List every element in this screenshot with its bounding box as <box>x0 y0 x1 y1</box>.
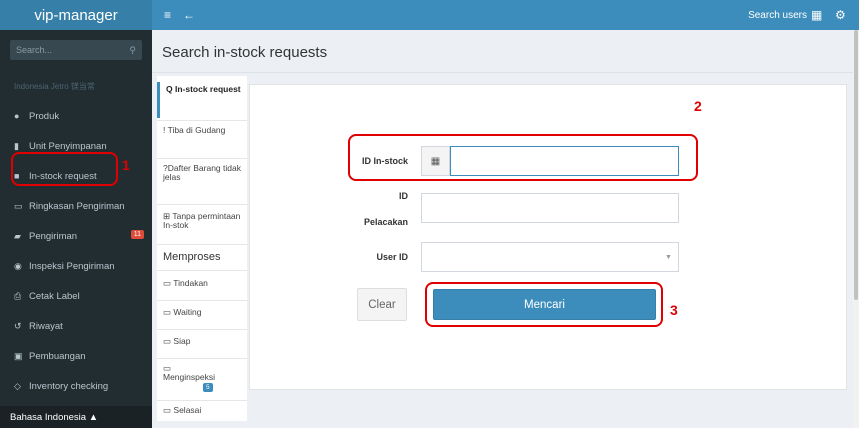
search-icon[interactable]: ⚲ <box>129 45 136 56</box>
subnav-label: Tindakan <box>173 278 208 288</box>
sidebar-item-label: Unit Penyimpanan <box>29 140 107 152</box>
subnav-item-tanpa-permintaan[interactable]: ⊞ Tanpa permintaan In-stok <box>157 212 247 242</box>
clear-button[interactable]: Clear <box>357 288 407 321</box>
sidebar-item-cetak-label[interactable]: ⎙ Cetak Label <box>0 286 152 306</box>
inbox-icon: ▭ <box>163 278 172 288</box>
annotation-number-2: 2 <box>694 98 702 114</box>
sidebar-item-label: Cetak Label <box>29 290 80 302</box>
product-icon: ● <box>14 111 20 121</box>
subnav-divider <box>157 158 247 159</box>
sidebar-item-pengiriman[interactable]: ▰ Pengiriman 11 <box>0 226 152 246</box>
inbox-icon: ▭ <box>163 405 172 415</box>
sidebar-item-riwayat[interactable]: ↺ Riwayat <box>0 316 152 336</box>
truck-icon: ▰ <box>14 230 21 241</box>
sidebar-item-inventory-checking[interactable]: ◇ Inventory checking <box>0 376 152 396</box>
subnav-label: Menginspeksi <box>163 372 215 382</box>
tracking-id-label-line1: ID <box>399 191 408 201</box>
scrollbar-thumb[interactable] <box>854 30 858 300</box>
sidebar-item-label: Ringkasan Pengiriman <box>29 200 125 212</box>
subnav: Q In-stock request ! Tiba di Gudang ?Daf… <box>157 76 247 421</box>
sidebar-item-label: Pengiriman <box>29 230 78 242</box>
subnav-divider <box>157 204 247 205</box>
chevron-down-icon[interactable]: ▼ <box>665 254 672 261</box>
subnav-label: Tanpa permintaan In-stok <box>163 211 241 230</box>
subnav-item-waiting[interactable]: ▭ Waiting <box>157 308 247 328</box>
eye-icon: ◉ <box>14 260 22 271</box>
brand-logo[interactable]: vip-manager <box>0 0 152 30</box>
search-users-link[interactable]: Search users <box>748 0 807 30</box>
sidebar-item-label: Riwayat <box>29 320 63 332</box>
subnav-divider <box>157 358 247 359</box>
sidebar-item-label: Inspeksi Pengiriman <box>29 260 115 272</box>
subnav-divider <box>157 244 247 245</box>
subnav-item-in-stock-request[interactable]: Q In-stock request <box>157 82 247 118</box>
language-selector[interactable]: Bahasa Indonesia ▲ <box>0 406 152 428</box>
tracking-id-label-line2: Pelacakan <box>363 217 408 227</box>
inventory-icon: ◇ <box>14 380 21 391</box>
subnav-item-dafter-barang[interactable]: ?Dafter Barang tidak jelas <box>157 164 247 202</box>
subnav-label: ! Tiba di Gudang <box>163 125 226 135</box>
settings-icon[interactable]: ⚙ <box>835 0 846 30</box>
subnav-section-memproses: Memproses <box>163 251 221 263</box>
annotation-box-3 <box>425 282 663 327</box>
subnav-label: Siap <box>173 336 191 346</box>
trash-icon: ▣ <box>14 350 23 361</box>
top-navbar: vip-manager ≡ ← Search users ▦ ⚙ <box>0 0 859 30</box>
search-form-panel <box>249 84 847 390</box>
title-divider <box>152 72 859 73</box>
sidebar-item-produk[interactable]: ● Produk <box>0 106 152 126</box>
sidebar-item-label: Inventory checking <box>29 380 109 392</box>
subnav-item-menginspeksi[interactable]: ▭ Menginspeksi 5 <box>157 364 247 398</box>
page-title: Search in-stock requests <box>162 44 328 61</box>
menu-toggle-icon[interactable]: ≡ <box>164 0 171 30</box>
subnav-divider <box>157 400 247 401</box>
user-id-select[interactable] <box>421 242 679 272</box>
sidebar-item-inspeksi-pengiriman[interactable]: ◉ Inspeksi Pengiriman <box>0 256 152 276</box>
pengiriman-count-badge: 11 <box>130 230 144 239</box>
grid-icon[interactable]: ▦ <box>811 0 822 30</box>
sidebar-search-input[interactable]: Search... ⚲ <box>10 40 142 60</box>
menginspeksi-count-badge: 5 <box>203 383 213 392</box>
subnav-item-selasai[interactable]: ▭ Selasai <box>157 406 247 420</box>
subnav-label: ?Dafter Barang tidak jelas <box>163 163 241 182</box>
sidebar-search-placeholder: Search... <box>16 45 53 55</box>
sidebar: Search... ⚲ Indonesia Jetro 镁当常 ● Produk… <box>0 30 152 428</box>
subnav-label: Waiting <box>173 307 202 317</box>
inbox-icon: ▭ <box>163 336 172 346</box>
sidebar-item-ringkasan-pengiriman[interactable]: ▭ Ringkasan Pengiriman <box>0 196 152 216</box>
subnav-divider <box>157 270 247 271</box>
subnav-item-tiba-di-gudang[interactable]: ! Tiba di Gudang <box>157 126 247 156</box>
history-icon: ↺ <box>14 320 22 331</box>
subnav-divider <box>157 300 247 301</box>
annotation-box-1 <box>11 152 118 186</box>
subnav-label: Q In-stock request <box>166 84 241 94</box>
annotation-box-2 <box>348 134 698 181</box>
tracking-id-input[interactable] <box>421 193 679 223</box>
sidebar-item-label: Pembuangan <box>29 350 86 362</box>
subnav-divider <box>157 329 247 330</box>
user-id-label: User ID <box>376 252 408 262</box>
print-icon: ⎙ <box>14 290 22 301</box>
subnav-item-tindakan[interactable]: ▭ Tindakan <box>157 279 247 299</box>
inbox-icon: ▭ <box>163 307 172 317</box>
storage-icon: ▮ <box>14 140 19 151</box>
annotation-number-1: 1 <box>122 157 130 173</box>
annotation-number-3: 3 <box>670 302 678 318</box>
calendar-icon: ▭ <box>14 200 23 211</box>
sidebar-item-label: Produk <box>29 110 60 122</box>
sidebar-header: Indonesia Jetro 镁当常 <box>14 82 95 91</box>
back-arrow-icon[interactable]: ← <box>183 0 195 30</box>
subnav-item-siap[interactable]: ▭ Siap <box>157 337 247 357</box>
subnav-divider <box>157 120 247 121</box>
sidebar-item-pembuangan[interactable]: ▣ Pembuangan <box>0 346 152 366</box>
subnav-label: Selasai <box>173 405 202 415</box>
